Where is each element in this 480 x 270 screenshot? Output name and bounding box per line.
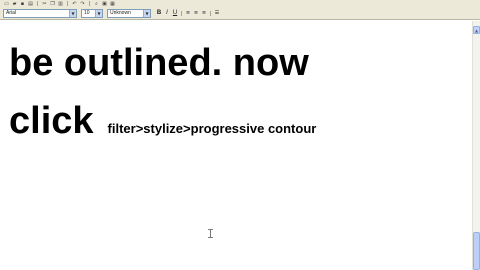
scroll-thumb[interactable] [473,232,480,270]
paste-icon[interactable]: ▥ [57,1,64,7]
format-toolbar: Arial ▼ 10 ▼ Unknown ▼ B I U ≡ ≡ ≡ ☰ [0,7,480,20]
chevron-down-icon[interactable]: ▼ [95,9,102,17]
cut-icon[interactable]: ✂ [41,1,48,7]
toolbar-divider [89,1,90,6]
toolbar-divider [181,10,182,16]
align-center-icon[interactable]: ≡ [192,9,200,17]
toolbar-divider [67,1,68,6]
vertical-scrollbar[interactable]: ▲ [472,21,480,270]
image-icon[interactable]: ▣ [101,1,108,7]
color-select[interactable]: Unknown ▼ [107,8,151,18]
print-icon[interactable]: ▤ [27,1,34,7]
standard-toolbar: ▭ ▰ ▪ ▤ ✂ ❐ ▥ ↶ ↷ ⌕ ▣ ▦ [0,0,480,7]
font-size-select[interactable]: 10 ▼ [81,8,103,18]
document-line-2-large-text: click [9,100,94,142]
redo-icon[interactable]: ↷ [79,1,86,7]
font-select[interactable]: Arial ▼ [3,8,77,18]
font-select-value: Arial [6,10,17,16]
find-icon[interactable]: ⌕ [93,1,100,7]
ibeam-cursor-icon [208,229,213,238]
align-right-icon[interactable]: ≡ [200,9,208,17]
chevron-down-icon[interactable]: ▼ [69,9,76,17]
document-line-1: be outlined. now [9,42,309,84]
document-line-2: click filter>stylize>progressive contour [9,97,316,145]
italic-button[interactable]: I [163,9,171,17]
open-icon[interactable]: ▰ [11,1,18,7]
bold-button[interactable]: B [155,9,163,17]
copy-icon[interactable]: ❐ [49,1,56,7]
underline-button[interactable]: U [171,9,179,17]
bullets-icon[interactable]: ☰ [213,9,221,17]
toolbar-divider [210,10,211,16]
color-select-value: Unknown [110,10,131,16]
align-left-icon[interactable]: ≡ [184,9,192,17]
document-line-2-small-text: filter>stylize>progressive contour [107,121,317,136]
chevron-down-icon[interactable]: ▼ [143,9,150,17]
table-icon[interactable]: ▦ [109,1,116,7]
undo-icon[interactable]: ↶ [71,1,78,7]
document-area[interactable]: be outlined. now click filter>stylize>pr… [0,21,472,270]
font-size-value: 10 [84,10,90,16]
new-icon[interactable]: ▭ [3,1,10,7]
scroll-up-icon[interactable]: ▲ [473,26,480,34]
save-icon[interactable]: ▪ [19,1,26,7]
toolbar-divider [37,1,38,6]
